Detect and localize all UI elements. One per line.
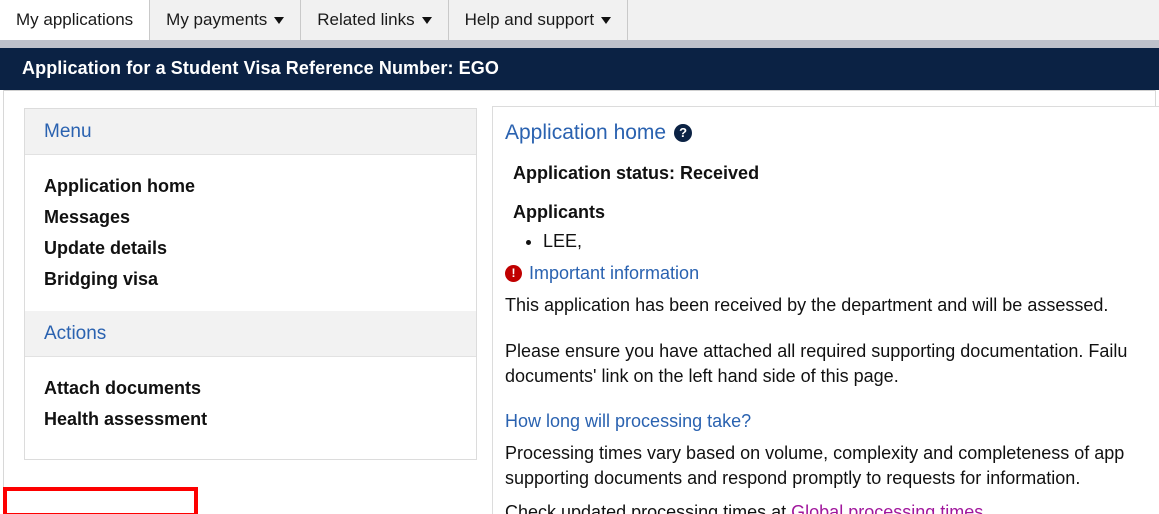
- sidebar-actions-header: Actions: [25, 311, 476, 357]
- list-item: LEE,: [543, 227, 1159, 255]
- attach-documents-highlight: [3, 487, 198, 514]
- paragraph-processing-line2: supporting documents and respond promptl…: [505, 466, 1159, 491]
- application-status: Application status: Received: [513, 163, 1159, 184]
- main-title[interactable]: Application home: [505, 121, 666, 145]
- paragraph-ensure-line1: Please ensure you have attached all requ…: [505, 339, 1159, 364]
- sidebar-actions-list: Attach documents Health assessment: [25, 357, 476, 435]
- paragraph-check-updated: Check updated processing times at Global…: [505, 500, 1159, 514]
- chevron-down-icon: [601, 17, 611, 24]
- check-prefix-text: Check updated processing times at: [505, 502, 791, 514]
- page-title: Application for a Student Visa Reference…: [22, 58, 499, 79]
- sidebar-item-messages[interactable]: Messages: [44, 202, 476, 233]
- page-border-left: [3, 90, 4, 514]
- nav-tab-help-and-support[interactable]: Help and support: [449, 0, 628, 40]
- nav-tab-my-payments[interactable]: My payments: [150, 0, 301, 40]
- applicants-list: LEE,: [543, 227, 1159, 255]
- paragraph-ensure-line2: documents' link on the left hand side of…: [505, 364, 1159, 389]
- sidebar-item-attach-documents[interactable]: Attach documents: [44, 373, 476, 404]
- sidebar-item-health-assessment[interactable]: Health assessment: [44, 404, 476, 435]
- important-information-link[interactable]: Important information: [529, 263, 699, 284]
- application-title-bar: Application for a Student Visa Reference…: [0, 48, 1159, 90]
- sidebar-menu-heading: Menu: [44, 121, 92, 143]
- chevron-down-icon: [274, 17, 284, 24]
- sidebar: Menu Application home Messages Update de…: [24, 108, 477, 460]
- chevron-down-icon: [422, 17, 432, 24]
- help-icon[interactable]: ?: [674, 124, 692, 142]
- page-root: My applications My payments Related link…: [0, 0, 1159, 514]
- main-content: Application home ? Application status: R…: [492, 106, 1159, 514]
- paragraph-processing: Processing times vary based on volume, c…: [505, 441, 1159, 491]
- main-title-row: Application home ?: [505, 121, 1159, 145]
- sidebar-menu-list: Application home Messages Update details…: [25, 155, 476, 307]
- paragraph-processing-line1: Processing times vary based on volume, c…: [505, 441, 1159, 466]
- check-suffix-text: .: [983, 502, 988, 514]
- nav-divider: [0, 40, 1159, 48]
- paragraph-received: This application has been received by th…: [505, 293, 1159, 318]
- processing-time-link[interactable]: How long will processing take?: [505, 411, 751, 432]
- nav-tab-label: Related links: [317, 10, 414, 30]
- nav-tab-label: Help and support: [465, 10, 594, 30]
- sidebar-item-application-home[interactable]: Application home: [44, 171, 476, 202]
- alert-icon: !: [505, 265, 522, 282]
- global-processing-times-link[interactable]: Global processing times: [791, 502, 983, 514]
- important-information-row: ! Important information: [505, 263, 1159, 284]
- nav-tab-label: My applications: [16, 10, 133, 30]
- top-navigation: My applications My payments Related link…: [0, 0, 1159, 40]
- sidebar-menu-header: Menu: [25, 109, 476, 155]
- sidebar-item-bridging-visa[interactable]: Bridging visa: [44, 264, 476, 295]
- content-top-rule: [3, 90, 1156, 91]
- paragraph-ensure: Please ensure you have attached all requ…: [505, 339, 1159, 389]
- sidebar-actions-heading: Actions: [44, 323, 106, 345]
- applicants-heading: Applicants: [513, 202, 1159, 223]
- nav-filler: [628, 0, 1159, 40]
- sidebar-item-update-details[interactable]: Update details: [44, 233, 476, 264]
- nav-tab-related-links[interactable]: Related links: [301, 0, 448, 40]
- nav-tab-label: My payments: [166, 10, 267, 30]
- nav-tab-my-applications[interactable]: My applications: [0, 0, 150, 40]
